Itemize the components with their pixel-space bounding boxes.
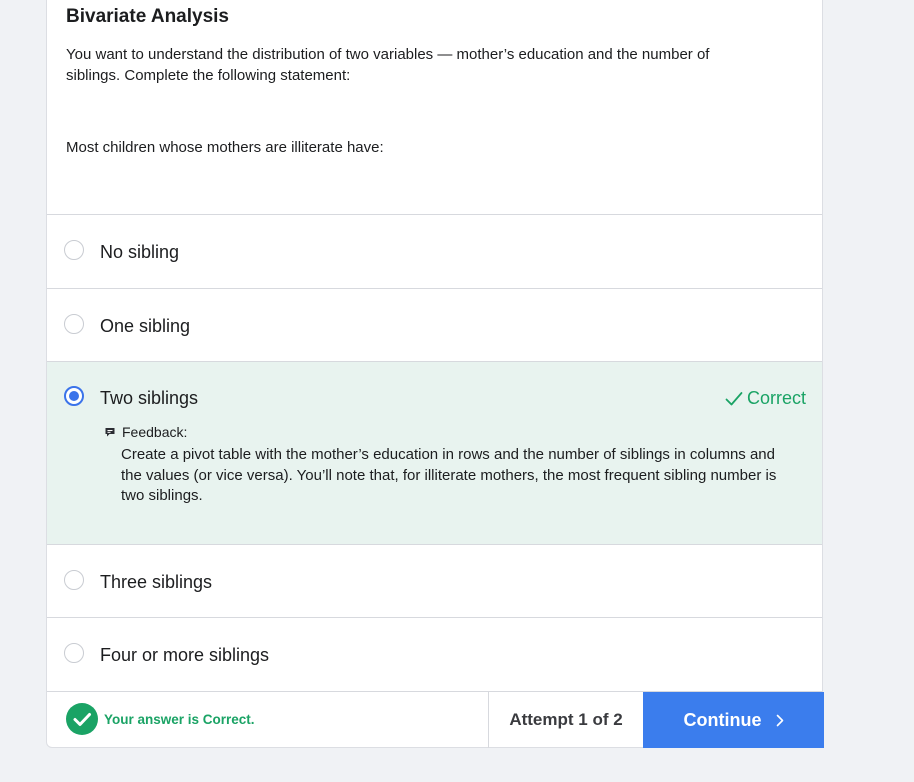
- radio-button[interactable]: [64, 643, 84, 663]
- option-label: Two siblings: [100, 388, 199, 408]
- check-icon: [725, 391, 743, 405]
- continue-label: Continue: [683, 709, 762, 730]
- radio-button[interactable]: [64, 570, 84, 590]
- question-prompt: You want to understand the distribution …: [66, 46, 710, 84]
- chevron-right-icon: [776, 714, 783, 726]
- option-label: No sibling: [100, 242, 180, 262]
- feedback-text: Create a pivot table with the mother’s e…: [121, 446, 777, 504]
- answer-status: Your answer is Correct.: [66, 703, 255, 735]
- option-three-siblings[interactable]: Three siblings: [47, 544, 822, 617]
- question-card: Bivariate Analysis You want to understan…: [46, 0, 824, 748]
- correct-label: Correct: [746, 388, 806, 408]
- correct-indicator: Correct: [725, 388, 806, 409]
- radio-button-selected[interactable]: [64, 386, 84, 406]
- option-one-sibling[interactable]: One sibling: [47, 288, 822, 361]
- comment-icon: [105, 428, 115, 437]
- question-statement: Most children whose mothers are illitera…: [66, 139, 384, 156]
- radio-button[interactable]: [64, 240, 84, 260]
- option-four-or-more-siblings[interactable]: Four or more siblings: [47, 617, 822, 691]
- option-no-sibling[interactable]: No sibling: [47, 214, 822, 288]
- feedback-block: Feedback: Create a pivot table with the …: [104, 424, 794, 507]
- status-text: Your answer is Correct.: [104, 711, 255, 727]
- attempt-counter: Attempt 1 of 2: [509, 710, 623, 729]
- continue-button[interactable]: Continue: [643, 692, 824, 748]
- option-label: One sibling: [100, 316, 191, 336]
- option-label: Four or more siblings: [100, 645, 270, 665]
- check-circle-icon: [66, 703, 98, 735]
- answer-options: No sibling One sibling Two siblings Corr…: [47, 214, 822, 691]
- question-title: Bivariate Analysis: [66, 6, 229, 27]
- option-two-siblings[interactable]: Two siblings Correct Feedback: Create a …: [47, 361, 822, 544]
- feedback-label: Feedback:: [122, 424, 188, 440]
- option-label: Three siblings: [100, 572, 213, 592]
- answer-footer: Your answer is Correct. Attempt 1 of 2 C…: [47, 691, 824, 748]
- radio-button[interactable]: [64, 314, 84, 334]
